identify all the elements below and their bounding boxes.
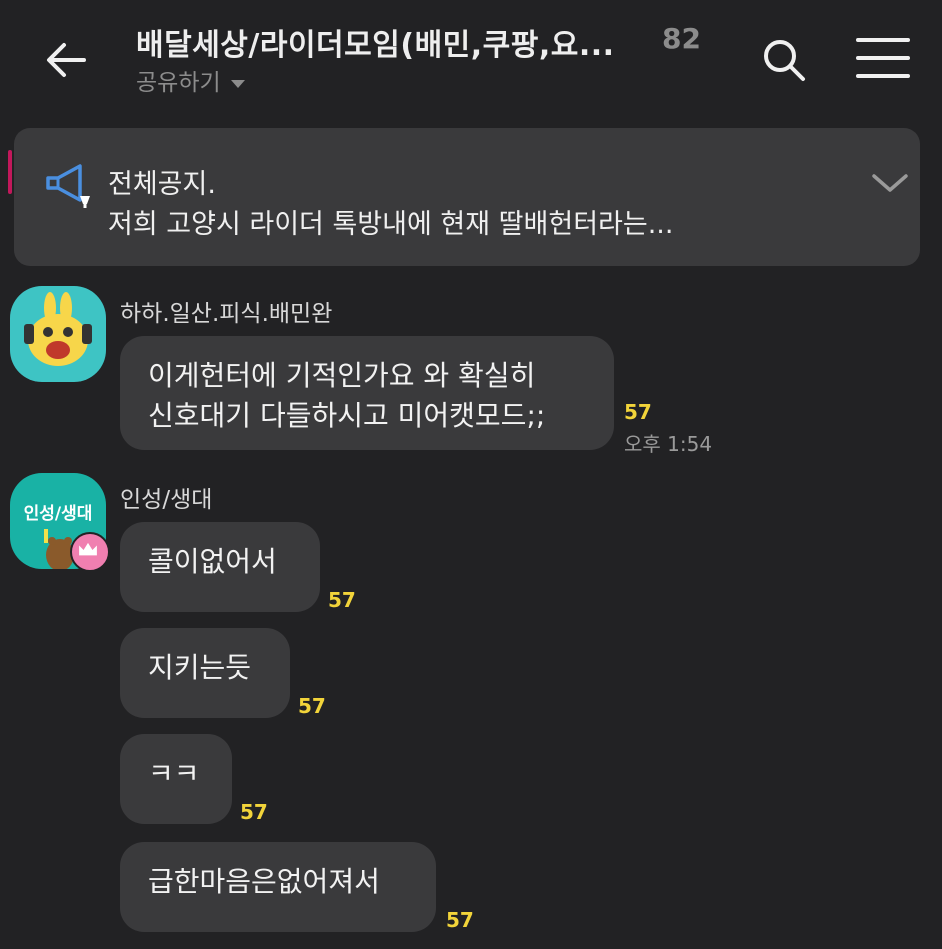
chevron-down-icon[interactable] <box>870 168 910 198</box>
crown-icon <box>70 532 110 572</box>
notice-title: 전체공지. <box>108 169 216 200</box>
notice-preview: 저희 고양시 라이더 톡방내에 현재 딸배헌터라는... <box>108 209 674 240</box>
message-bubble[interactable]: 이게헌터에 기적인가요 와 확실히 신호대기 다들하시고 미어캣모드;; <box>120 336 614 450</box>
chat-header: 배달세상/라이더모임(배민,쿠팡,요... 82 공유하기 <box>0 0 942 115</box>
message-line: 신호대기 다들하시고 미어캣모드;; <box>148 399 546 432</box>
sender-name: 인성/생대 <box>120 487 213 513</box>
unread-count: 57 <box>240 800 268 824</box>
megaphone-icon <box>46 164 90 208</box>
share-label: 공유하기 <box>136 70 221 96</box>
hamburger-menu-icon[interactable] <box>855 36 911 80</box>
unread-count: 57 <box>624 400 652 424</box>
caret-down-icon <box>230 79 245 88</box>
sender-name: 하하.일산.피식.배민완 <box>120 301 333 327</box>
message-bubble[interactable]: 지키는듯 <box>120 628 290 718</box>
chat-room-title[interactable]: 배달세상/라이더모임(배민,쿠팡,요... <box>136 20 615 64</box>
avatar[interactable] <box>10 286 106 382</box>
message-bubble[interactable]: 콜이없어서 <box>120 522 320 612</box>
unread-count: 57 <box>298 694 326 718</box>
message-line: 이게헌터에 기적인가요 와 확실히 <box>148 359 536 392</box>
search-icon[interactable] <box>758 34 810 86</box>
unread-count: 57 <box>446 908 474 932</box>
message-bubble[interactable]: 급한마음은없어져서 <box>120 842 436 932</box>
message-bubble[interactable]: ㅋㅋ <box>120 734 232 824</box>
member-count: 82 <box>662 22 701 55</box>
message-timestamp: 오후 1:54 <box>624 432 713 456</box>
pinned-notice[interactable]: 전체공지. 저희 고양시 라이더 톡방내에 현재 딸배헌터라는... <box>14 128 920 266</box>
share-dropdown[interactable]: 공유하기 <box>136 63 245 97</box>
unread-count: 57 <box>328 588 356 612</box>
character-avatar-icon <box>24 292 92 366</box>
pinned-edge-marker <box>8 150 12 194</box>
back-arrow-icon[interactable] <box>40 34 92 86</box>
